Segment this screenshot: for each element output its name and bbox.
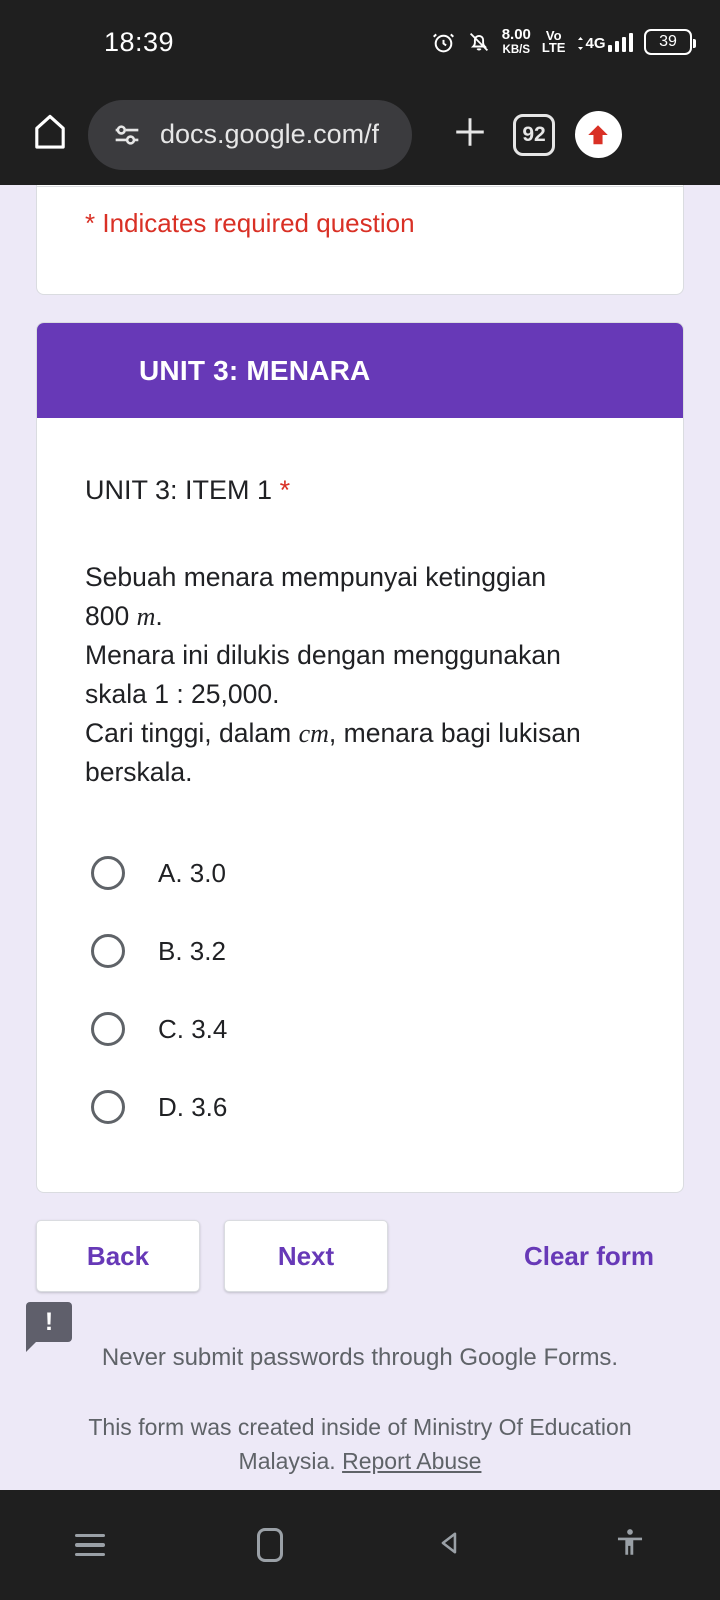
system-navigation-bar [0,1490,720,1600]
data-rate-unit: KB/S [502,43,531,56]
home-button[interactable] [22,107,78,163]
url-bar[interactable]: docs.google.com/f [88,99,412,170]
upload-arrow-icon [574,111,622,158]
bell-off-icon [467,30,491,54]
feedback-badge[interactable]: ! [26,1302,72,1352]
option-row[interactable]: B. 3.2 [85,912,635,990]
browser-toolbar: docs.google.com/f 92 [0,84,720,185]
unit-cm: cm [298,719,329,749]
option-label: C. 3.4 [158,1013,228,1044]
created-inside-note: This form was created inside of Ministry… [0,1410,720,1478]
signal-indicator: 4G [576,32,633,52]
question-line-4b: , menara bagi lukisan [328,718,581,749]
status-bar: 18:39 8.00 KB/S Vo LTE 4G 39 [0,0,720,84]
battery-level: 39 [659,33,677,50]
alarm-icon [431,30,456,55]
radio-button-icon[interactable] [91,934,125,969]
volte-bottom: LTE [541,40,566,55]
recents-icon [75,1528,105,1563]
data-rate-indicator: 8.00 KB/S [501,25,531,57]
next-button[interactable]: Next [224,1220,388,1293]
accessibility-button[interactable] [540,1490,720,1600]
question-line-5: berskala. [85,757,193,788]
option-row[interactable]: D. 3.6 [85,1068,635,1146]
question-text: Sebuah menara mempunyai ketinggian 800 m… [85,558,635,792]
home-icon [28,110,72,159]
option-label: D. 3.6 [158,1091,228,1122]
recents-button[interactable] [0,1490,180,1600]
question-value-800: 800 [85,601,130,632]
question-body: UNIT 3: ITEM 1 * Sebuah menara mempunyai… [37,418,683,1192]
signal-bars-icon [607,32,633,52]
clear-form-link[interactable]: Clear form [524,1241,654,1272]
status-time: 18:39 [104,26,175,57]
required-note-card: * Indicates required question [36,185,684,295]
options-list: A. 3.0 B. 3.2 C. 3.4 D. 3.6 [85,834,635,1192]
question-line-4a: Cari tinggi, dalam [85,718,292,749]
question-period: . [155,601,163,632]
home-button-nav[interactable] [180,1490,360,1600]
option-label: A. 3.0 [158,857,226,888]
exclamation-icon: ! [44,1308,54,1336]
data-rate-value: 8.00 [501,25,531,43]
section-title: UNIT 3: MENARA [139,354,371,386]
volte-icon: Vo LTE [541,29,566,55]
tab-switcher-button[interactable]: 92 [502,103,566,167]
network-type-label: 4G [576,36,606,52]
battery-icon: 39 [644,29,696,55]
card-divider [37,186,683,187]
form-actions: Back Next Clear form [36,1220,684,1293]
unit-m: m [136,602,156,632]
status-icons: 8.00 KB/S Vo LTE 4G 39 [431,25,696,57]
option-row[interactable]: A. 3.0 [85,834,635,912]
section-header: UNIT 3: MENARA [37,323,683,418]
tune-icon[interactable] [110,118,144,152]
form-page: * Indicates required question UNIT 3: ME… [0,185,720,1490]
question-card: UNIT 3: MENARA UNIT 3: ITEM 1 * Sebuah m… [36,322,684,1194]
url-text: docs.google.com/f [160,119,380,149]
home-square-icon [257,1528,283,1562]
update-button[interactable] [566,103,630,167]
required-asterisk: * [279,475,291,505]
radio-button-icon[interactable] [91,1090,125,1125]
option-label: B. 3.2 [158,935,226,966]
question-title-text: UNIT 3: ITEM 1 [85,475,273,505]
accessibility-icon [613,1526,647,1565]
report-abuse-link[interactable]: Report Abuse [342,1448,481,1474]
radio-button-icon[interactable] [91,1012,125,1047]
required-indicator-text: * Indicates required question [85,208,415,238]
question-line-3: skala 1 : 25,000. [85,679,280,710]
back-button-nav[interactable] [360,1490,540,1600]
back-triangle-icon [433,1526,467,1565]
option-row[interactable]: C. 3.4 [85,990,635,1068]
back-button[interactable]: Back [36,1220,200,1293]
question-title: UNIT 3: ITEM 1 * [85,473,635,508]
new-tab-button[interactable] [438,103,502,167]
tab-count-badge: 92 [513,113,555,156]
question-line-1: Sebuah menara mempunyai ketinggian [85,562,547,593]
plus-icon [448,110,492,159]
radio-button-icon[interactable] [91,856,125,891]
question-line-2: Menara ini dilukis dengan menggunakan [85,640,561,671]
never-submit-note: Never submit passwords through Google Fo… [101,1344,619,1372]
